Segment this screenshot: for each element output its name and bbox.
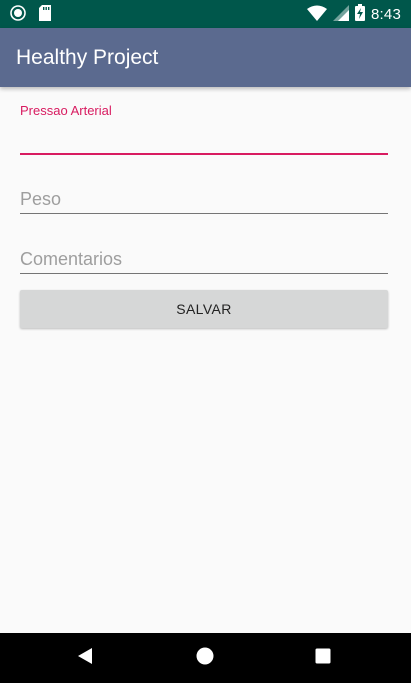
comments-field[interactable] <box>20 245 388 274</box>
battery-charging-icon <box>355 4 365 26</box>
navigation-bar <box>0 633 411 683</box>
recents-button[interactable] <box>298 633 348 683</box>
status-bar-right: 8:43 <box>307 4 401 26</box>
comments-input[interactable] <box>20 245 388 273</box>
sd-card-icon <box>38 5 52 26</box>
wifi-icon <box>307 5 327 26</box>
cell-signal-icon <box>333 4 349 26</box>
pressure-field[interactable]: Pressao Arterial <box>20 103 388 155</box>
weight-field[interactable] <box>20 185 388 214</box>
back-icon <box>76 647 94 670</box>
status-bar: 8:43 <box>0 0 411 28</box>
form-content: Pressao Arterial SALVAR <box>0 87 411 633</box>
app-bar: Healthy Project <box>0 28 411 87</box>
status-bar-left <box>10 5 52 26</box>
record-icon <box>10 5 26 26</box>
recents-icon <box>315 648 331 669</box>
weight-input[interactable] <box>20 185 388 213</box>
app-title: Healthy Project <box>16 45 159 69</box>
home-button[interactable] <box>180 633 230 683</box>
status-time: 8:43 <box>371 6 401 23</box>
pressure-underline <box>20 153 388 155</box>
pressure-input[interactable] <box>20 121 388 153</box>
back-button[interactable] <box>60 633 110 683</box>
save-button[interactable]: SALVAR <box>20 290 388 328</box>
weight-underline <box>20 213 388 214</box>
pressure-label: Pressao Arterial <box>20 103 112 118</box>
home-icon <box>196 647 214 670</box>
comments-underline <box>20 273 388 274</box>
